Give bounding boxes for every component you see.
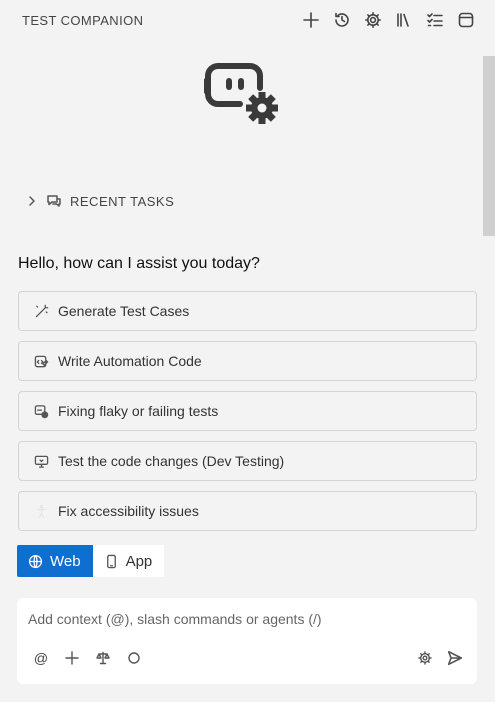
- mode-web-label: Web: [50, 552, 81, 570]
- platform-toggle: Web App: [17, 545, 165, 577]
- suggestion-label: Fixing flaky or failing tests: [58, 403, 219, 419]
- suggestion-list: Generate Test Cases Write Automation Cod…: [18, 291, 477, 531]
- suggestion-generate-test-cases[interactable]: Generate Test Cases: [18, 291, 477, 331]
- scrollbar-thumb[interactable]: [483, 56, 495, 236]
- recent-tasks-toggle[interactable]: RECENT TASKS: [26, 190, 174, 212]
- history-button[interactable]: [331, 9, 353, 31]
- wand-icon: [35, 304, 48, 317]
- circle-icon: [128, 652, 140, 664]
- scale-icon: [96, 651, 110, 665]
- suggestion-label: Fix accessibility issues: [58, 503, 199, 519]
- code-edit-icon: [34, 355, 48, 367]
- mode-web-button[interactable]: Web: [17, 545, 93, 577]
- companion-logo: [204, 52, 284, 130]
- suggestion-write-automation-code[interactable]: Write Automation Code: [18, 341, 477, 381]
- bug-fix-icon: [34, 404, 48, 418]
- composer-actions: [417, 649, 463, 667]
- mode-app-button[interactable]: App: [92, 545, 165, 577]
- new-task-button[interactable]: [300, 9, 322, 31]
- suggestion-fix-flaky-tests[interactable]: Fixing flaky or failing tests: [18, 391, 477, 431]
- checklist-button[interactable]: [424, 9, 446, 31]
- phone-icon: [106, 554, 116, 568]
- robot-gear-icon: [204, 63, 278, 124]
- checklist-icon: [427, 13, 443, 27]
- mode-app-label: App: [125, 552, 153, 570]
- chat-icon: [47, 195, 61, 207]
- rules-button[interactable]: [95, 649, 111, 667]
- panel-header: TEST COMPANION: [0, 0, 495, 40]
- library-icon: [397, 13, 409, 27]
- gear-icon: [418, 651, 432, 665]
- suggestion-fix-accessibility[interactable]: Fix accessibility issues: [18, 491, 477, 531]
- settings-button[interactable]: [362, 9, 384, 31]
- panel-title: TEST COMPANION: [22, 12, 144, 28]
- gear-icon: [365, 12, 381, 28]
- window-icon: [458, 12, 474, 28]
- send-button[interactable]: [447, 649, 463, 667]
- suggestion-label: Generate Test Cases: [58, 303, 190, 319]
- add-context-button[interactable]: [64, 649, 80, 667]
- recent-tasks-label: RECENT TASKS: [70, 193, 175, 209]
- chat-composer: @: [17, 598, 477, 684]
- send-icon: [447, 650, 463, 666]
- chevron-right-icon: [29, 196, 35, 206]
- suggestion-label: Test the code changes (Dev Testing): [58, 453, 285, 469]
- window-button[interactable]: [455, 9, 477, 31]
- monitor-icon: [34, 455, 48, 468]
- chat-input[interactable]: [28, 608, 458, 630]
- composer-tools: @: [33, 649, 142, 667]
- suggestion-label: Write Automation Code: [58, 353, 202, 369]
- status-button[interactable]: [126, 649, 142, 667]
- composer-settings-button[interactable]: [417, 649, 433, 667]
- header-actions: [300, 9, 477, 31]
- mention-button[interactable]: @: [33, 649, 49, 667]
- plus-icon: [65, 651, 79, 665]
- history-icon: [335, 12, 349, 27]
- library-button[interactable]: [393, 9, 415, 31]
- accessibility-icon: [36, 504, 46, 518]
- globe-icon: [28, 554, 43, 568]
- suggestion-dev-testing[interactable]: Test the code changes (Dev Testing): [18, 441, 477, 481]
- plus-icon: [303, 12, 319, 28]
- greeting-text: Hello, how can I assist you today?: [18, 255, 260, 272]
